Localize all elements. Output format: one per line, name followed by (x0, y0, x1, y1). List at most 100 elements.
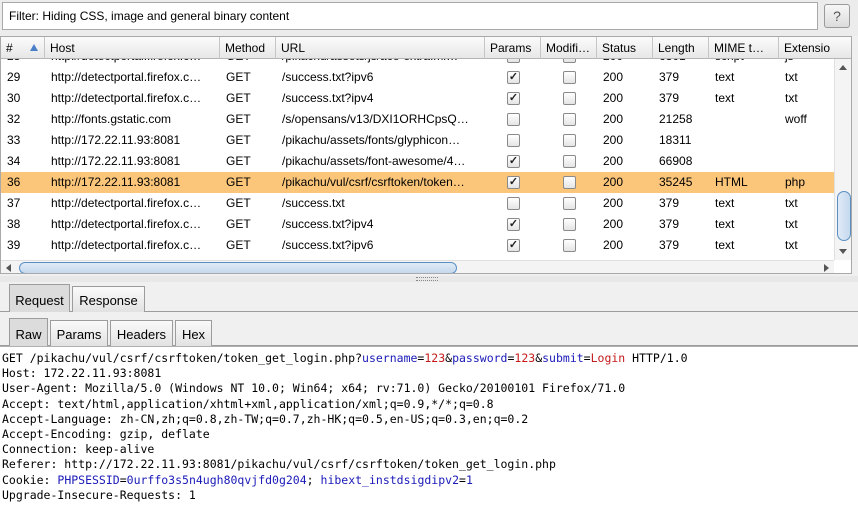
column-header-url[interactable]: URL (276, 37, 485, 59)
params-checkbox: ✓ (507, 71, 520, 84)
row-extension: txt (785, 70, 798, 84)
row-host: http://detectportal.firefox.c… (45, 59, 220, 67)
row-host: http://detectportal.firefox.c… (51, 196, 202, 210)
params-checkbox: ✓ (507, 239, 520, 252)
tab-response[interactable]: Response (72, 286, 145, 312)
cookie-name: PHPSESSID (57, 472, 120, 487)
table-row[interactable]: 39 http://detectportal.firefox.c… GET/succ… (1, 235, 834, 256)
tab-hex[interactable]: Hex (175, 320, 212, 346)
modified-checkbox (563, 134, 576, 147)
row-mime-type: text (715, 91, 735, 105)
row-method: GET (226, 154, 251, 168)
pane-splitter[interactable] (0, 276, 858, 282)
table-body: 28http://detectportal.firefox.c…GET/pika… (1, 59, 834, 260)
row-number: 33 (7, 133, 21, 147)
column-header-length[interactable]: Length (653, 37, 709, 59)
params-checkbox (507, 59, 520, 63)
message-tabs: Request Response (0, 284, 858, 312)
header-host: Host: 172.22.11.93:8081 (2, 366, 162, 381)
row-status: 200 (603, 133, 624, 147)
column-header-mime-type[interactable]: MIME t… (709, 37, 779, 59)
column-header-params[interactable]: Params (485, 37, 541, 59)
request-raw-editor[interactable]: GET /pikachu/vul/csrf/csrftoken/token_ge… (0, 346, 858, 524)
splitter-grip-icon[interactable] (416, 277, 438, 281)
column-header-extension[interactable]: Extensio (779, 37, 851, 59)
row-status: 200 (603, 175, 624, 189)
table-row[interactable]: 33 http://172.22.11.93:8081 GET/pikachu/as… (1, 130, 834, 151)
header-accept-encoding: Accept-Encoding: gzip, deflate (2, 426, 210, 441)
horizontal-scroll-thumb[interactable] (19, 262, 457, 273)
cookie-label: Cookie: (2, 472, 58, 487)
row-url: /success.txt?ipv4 (282, 217, 374, 231)
row-extension: txt (785, 217, 798, 231)
tab-headers[interactable]: Headers (110, 320, 173, 346)
param-value: 123 (514, 351, 536, 365)
row-status: 200 (603, 238, 624, 252)
header-connection: Connection: keep-alive (2, 442, 155, 457)
vertical-scroll-thumb[interactable] (837, 191, 851, 241)
modified-checkbox (563, 197, 576, 210)
scroll-left-arrow-icon[interactable] (6, 264, 11, 272)
request-line: GET /pikachu/vul/csrf/csrftoken/token_ge… (2, 351, 688, 365)
row-mime-type: text (715, 70, 735, 84)
row-status: 200 (603, 154, 624, 168)
tab-request[interactable]: Request (9, 284, 70, 312)
tab-raw[interactable]: Raw (9, 318, 48, 346)
row-extension: php (785, 175, 806, 189)
row-status: 200 (603, 70, 624, 84)
tab-params[interactable]: Params (50, 320, 108, 346)
horizontal-scrollbar[interactable] (1, 260, 834, 273)
row-host: http://detectportal.firefox.c… (51, 91, 202, 105)
column-header-method[interactable]: Method (220, 37, 276, 59)
cookie-value: 0urffo3s5n4ugh80qvjfd0g204 (126, 472, 307, 487)
row-method: GET (226, 91, 251, 105)
scroll-right-arrow-icon[interactable] (824, 264, 829, 272)
row-status: 200 (603, 217, 624, 231)
table-row[interactable]: 32 http://fonts.gstatic.com GET/s/opensans… (1, 109, 834, 130)
row-status: 200 (603, 112, 624, 126)
table-row[interactable]: 29 http://detectportal.firefox.c… GET/succ… (1, 67, 834, 88)
filter-input[interactable]: Filter: Hiding CSS, image and general bi… (2, 2, 818, 30)
modified-checkbox (563, 92, 576, 105)
params-checkbox (507, 197, 520, 210)
http-version: HTTP/1.0 (625, 351, 688, 365)
row-length: 18311 (659, 133, 692, 147)
params-checkbox (507, 134, 520, 147)
table-row[interactable]: 37 http://detectportal.firefox.c… GET/succ… (1, 193, 834, 214)
row-url: /pikachu/assets/js/ace-extra.mi… (276, 59, 485, 67)
table-row[interactable]: 36 http://172.22.11.93:8081 GET/pikachu/vu… (1, 172, 834, 193)
row-method: GET (226, 70, 251, 84)
row-length: 66908 (659, 154, 693, 168)
scroll-up-arrow-icon[interactable] (839, 65, 847, 70)
column-header-host[interactable]: Host (45, 37, 220, 59)
help-button[interactable]: ? (824, 4, 850, 28)
row-url: /s/opensans/v13/DXI1ORHCpsQ… (282, 112, 469, 126)
table-row[interactable]: 28http://detectportal.firefox.c…GET/pika… (1, 59, 834, 67)
scroll-down-arrow-icon[interactable] (839, 249, 847, 254)
row-extension: js (779, 59, 834, 67)
row-number: 30 (7, 91, 21, 105)
sort-ascending-icon (30, 44, 38, 51)
column-header-status[interactable]: Status (597, 37, 653, 59)
header-accept: Accept: text/html,application/xhtml+xml,… (2, 396, 494, 411)
row-url: /success.txt?ipv4 (282, 91, 374, 105)
params-checkbox: ✓ (507, 155, 520, 168)
row-status: 200 (597, 59, 653, 67)
column-header-number[interactable]: # (1, 37, 45, 59)
row-mime-type (709, 109, 779, 130)
params-checkbox (507, 113, 520, 126)
row-mime-type: script (709, 59, 779, 67)
row-method: GET (226, 133, 251, 147)
table-row[interactable]: 38 http://detectportal.firefox.c… GET/succ… (1, 214, 834, 235)
vertical-scrollbar[interactable] (834, 59, 851, 260)
row-host: http://172.22.11.93:8081 (51, 133, 181, 147)
row-mime-type (709, 130, 779, 151)
column-header-modified[interactable]: Modifi… (541, 37, 597, 59)
modified-checkbox (563, 71, 576, 84)
table-row[interactable]: 30 http://detectportal.firefox.c… GET/succ… (1, 88, 834, 109)
row-method: GET (226, 196, 251, 210)
table-row[interactable]: 34 http://172.22.11.93:8081 GET/pikachu/as… (1, 151, 834, 172)
row-number: 39 (7, 238, 21, 252)
param-name: submit (542, 351, 584, 365)
modified-checkbox (563, 176, 576, 189)
